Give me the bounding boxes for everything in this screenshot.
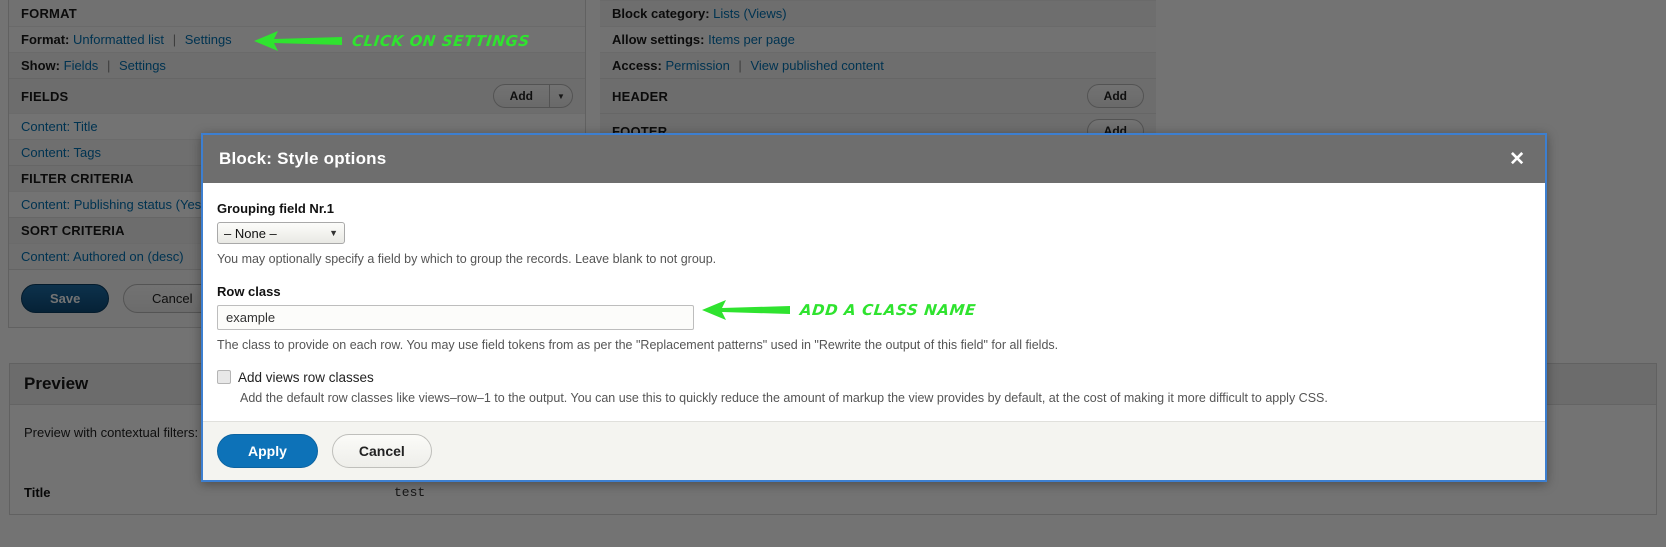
grouping-field-block: Grouping field Nr.1 – None – ▼ You may o… xyxy=(217,201,1531,268)
chevron-down-icon: ▼ xyxy=(329,228,338,238)
modal-title: Block: Style options xyxy=(219,149,387,168)
header-add-button[interactable]: Add xyxy=(1086,84,1144,108)
row-class-label: Row class xyxy=(217,283,281,299)
grouping-field-selected-value: – None – xyxy=(224,225,277,241)
preview-result-row: Title test xyxy=(24,485,1642,500)
chevron-down-icon[interactable]: ▼ xyxy=(550,84,573,108)
format-row-label: Format: xyxy=(21,32,70,47)
access-permission-link[interactable]: Permission xyxy=(666,58,730,73)
field-item-tags-link[interactable]: Content: Tags xyxy=(21,145,101,160)
fields-section-title: FIELDS xyxy=(21,88,69,104)
fields-section-header: FIELDS Add ▼ xyxy=(9,78,585,113)
preview-filters-label: Preview with contextual filters: xyxy=(24,424,199,440)
format-value-link[interactable]: Unformatted list xyxy=(73,32,164,47)
allow-settings-label: Allow settings: xyxy=(612,32,705,47)
preview-column-title: Title xyxy=(24,485,51,500)
add-views-row-classes-description: Add the default row classes like views–r… xyxy=(240,390,1328,405)
show-row-label: Show: xyxy=(21,58,60,73)
add-views-row-classes-label[interactable]: Add views row classes xyxy=(238,370,374,385)
row-class-input[interactable] xyxy=(217,304,694,330)
allow-settings-row: Allow settings: Items per page xyxy=(600,26,1156,52)
format-settings-link[interactable]: Settings xyxy=(185,32,232,47)
modal-cancel-button[interactable]: Cancel xyxy=(331,433,432,468)
format-row-separator: | xyxy=(172,32,177,47)
modal-footer: Apply Cancel xyxy=(203,420,1545,480)
block-category-row: Block category: Lists (Views) xyxy=(600,0,1156,26)
show-settings-link[interactable]: Settings xyxy=(119,58,166,73)
filter-item-publishing-status-link[interactable]: Content: Publishing status (Yes xyxy=(21,197,201,212)
fields-add-button[interactable]: Add xyxy=(492,84,550,108)
preview-cell-value: test xyxy=(394,485,426,500)
format-row: Format: Unformatted list | Settings xyxy=(9,26,585,52)
modal-body: Grouping field Nr.1 – None – ▼ You may o… xyxy=(203,183,1545,421)
filter-section-title: FILTER CRITERIA xyxy=(21,171,134,186)
save-button[interactable]: Save xyxy=(21,284,110,313)
row-class-field-block: Row class The class to provide on each r… xyxy=(217,284,1531,354)
grouping-field-description: You may optionally specify a field by wh… xyxy=(217,252,717,266)
show-row-separator: | xyxy=(106,58,111,73)
block-category-label: Block category: xyxy=(612,6,710,21)
modal-titlebar: Block: Style options ✕ xyxy=(203,135,1545,183)
fields-add-split-button[interactable]: Add ▼ xyxy=(492,84,573,108)
access-row-separator: | xyxy=(738,58,742,73)
apply-button[interactable]: Apply xyxy=(217,433,318,468)
style-options-modal: Block: Style options ✕ Grouping field Nr… xyxy=(201,133,1547,482)
access-view-published-content-link[interactable]: View published content xyxy=(750,58,883,73)
field-item-title-link[interactable]: Content: Title xyxy=(21,119,98,134)
allow-settings-link[interactable]: Items per page xyxy=(708,32,795,47)
show-value-link[interactable]: Fields xyxy=(64,58,99,73)
row-class-description: The class to provide on each row. You ma… xyxy=(217,337,1059,352)
add-views-row-classes-block: Add views row classes Add the default ro… xyxy=(217,370,1531,405)
sort-section-title: SORT CRITERIA xyxy=(21,223,125,238)
add-views-row-classes-checkbox[interactable] xyxy=(217,370,231,385)
access-row: Access: Permission | View published cont… xyxy=(600,52,1156,78)
access-label: Access: xyxy=(612,58,662,73)
sort-item-authored-on-link[interactable]: Content: Authored on (desc) xyxy=(21,249,184,264)
block-category-link[interactable]: Lists (Views) xyxy=(713,6,786,21)
header-section-header: HEADER Add xyxy=(600,78,1156,113)
close-icon[interactable]: ✕ xyxy=(1505,150,1529,169)
show-row: Show: Fields | Settings xyxy=(9,52,585,78)
header-section-title: HEADER xyxy=(612,88,669,104)
format-section-title: FORMAT xyxy=(9,0,585,26)
add-views-row-classes-row[interactable]: Add views row classes xyxy=(217,370,1531,385)
grouping-field-select[interactable]: – None – ▼ xyxy=(217,222,345,244)
grouping-field-label: Grouping field Nr.1 xyxy=(217,201,335,216)
